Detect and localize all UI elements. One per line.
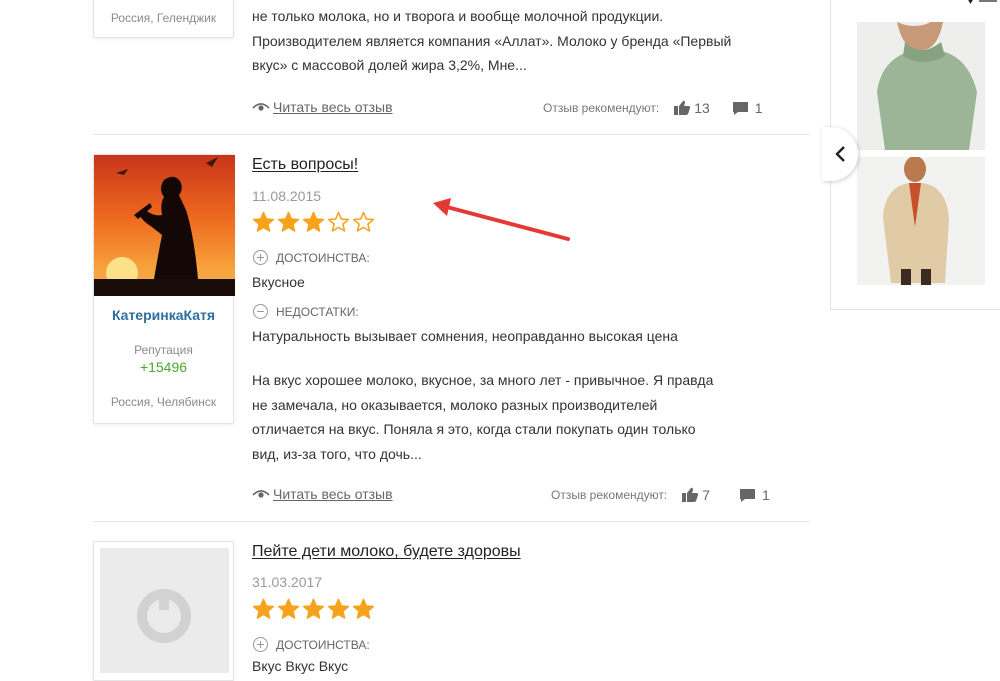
user-city: Россия, Челябинск: [110, 395, 217, 409]
star-filled-icon: [327, 598, 350, 619]
star-filled-icon: [277, 211, 300, 232]
thumbs-up-icon[interactable]: [673, 100, 691, 116]
likes-count: 7: [702, 487, 710, 503]
product-card[interactable]: [857, 22, 985, 150]
product-card[interactable]: [857, 157, 985, 285]
annotation-arrow: [433, 198, 570, 241]
read-full-review-link[interactable]: Читать весь отзыв: [252, 99, 393, 115]
review-title-link[interactable]: Есть вопросы!: [252, 156, 358, 174]
divider: [93, 521, 810, 522]
user-card-bottom: [93, 541, 234, 681]
likes-count: 13: [694, 100, 710, 116]
user-card-top: Россия, Геленджик: [93, 0, 234, 38]
pros-header: ДОСТОИНСТВА:: [253, 250, 370, 265]
star-filled-icon: [352, 598, 375, 619]
brand-logo-fragment: [968, 0, 997, 4]
star-filled-icon: [252, 598, 275, 619]
product-image: [857, 157, 985, 285]
review-title-link[interactable]: Пейте дети молоко, будете здоровы: [252, 543, 521, 561]
star-filled-icon: [277, 598, 300, 619]
comment-icon[interactable]: [739, 488, 756, 503]
rating-stars: [252, 598, 375, 621]
recommend-block: Отзыв рекомендуют: 7 1: [551, 487, 770, 503]
chevron-left-icon: [835, 146, 845, 162]
reputation-value: +15496: [139, 359, 188, 375]
minus-circle-icon: [253, 304, 268, 319]
review-excerpt: На вкус хорошее молоко, вкусное, за мног…: [252, 372, 714, 462]
reputation-label: Репутация: [134, 343, 193, 357]
eye-icon: [252, 490, 270, 498]
user-card: КатеринкаКатя Репутация +15496 Россия, Ч…: [93, 154, 235, 424]
read-full-review-link[interactable]: Читать весь отзыв: [252, 486, 393, 502]
divider: [93, 134, 810, 135]
pros-label: ДОСТОИНСТВА:: [276, 637, 370, 652]
username-link[interactable]: КатеринкаКатя: [94, 307, 233, 323]
comments-count: 1: [754, 100, 763, 116]
plus-circle-icon: [253, 250, 268, 265]
user-city: Россия, Геленджик: [110, 11, 217, 25]
rating-stars: [252, 211, 375, 234]
star-filled-icon: [302, 598, 325, 619]
pros-label: ДОСТОИНСТВА:: [276, 250, 370, 265]
default-avatar[interactable]: [100, 548, 229, 673]
recommend-label: Отзыв рекомендуют:: [551, 488, 668, 502]
star-empty-icon: [352, 211, 375, 232]
recommend-label: Отзыв рекомендуют:: [543, 101, 660, 115]
thumbs-up-icon[interactable]: [681, 487, 699, 503]
pros-text: Вкус Вкус Вкус: [252, 658, 349, 674]
avatar[interactable]: [94, 155, 235, 296]
comment-icon[interactable]: [732, 101, 749, 116]
review-date: 11.08.2015: [252, 188, 322, 204]
pros-text: Вкусное: [252, 274, 305, 290]
cons-header: НЕДОСТАТКИ:: [253, 304, 359, 319]
product-image: [857, 22, 985, 150]
cons-label: НЕДОСТАТКИ:: [276, 304, 359, 319]
review-excerpt-top: не только молока, но и творога и вообще …: [252, 8, 732, 73]
plus-circle-icon: [253, 637, 268, 652]
recommend-block: Отзыв рекомендуют: 13 1: [543, 100, 763, 116]
star-filled-icon: [252, 211, 275, 232]
comments-count: 1: [762, 487, 770, 503]
star-empty-icon: [327, 211, 350, 232]
eye-icon: [252, 103, 270, 111]
cons-text: Натуральность вызывает сомнения, неоправ…: [252, 328, 678, 344]
review-date: 31.03.2017: [252, 574, 323, 590]
star-filled-icon: [302, 211, 325, 232]
pros-header: ДОСТОИНСТВА:: [253, 637, 370, 652]
